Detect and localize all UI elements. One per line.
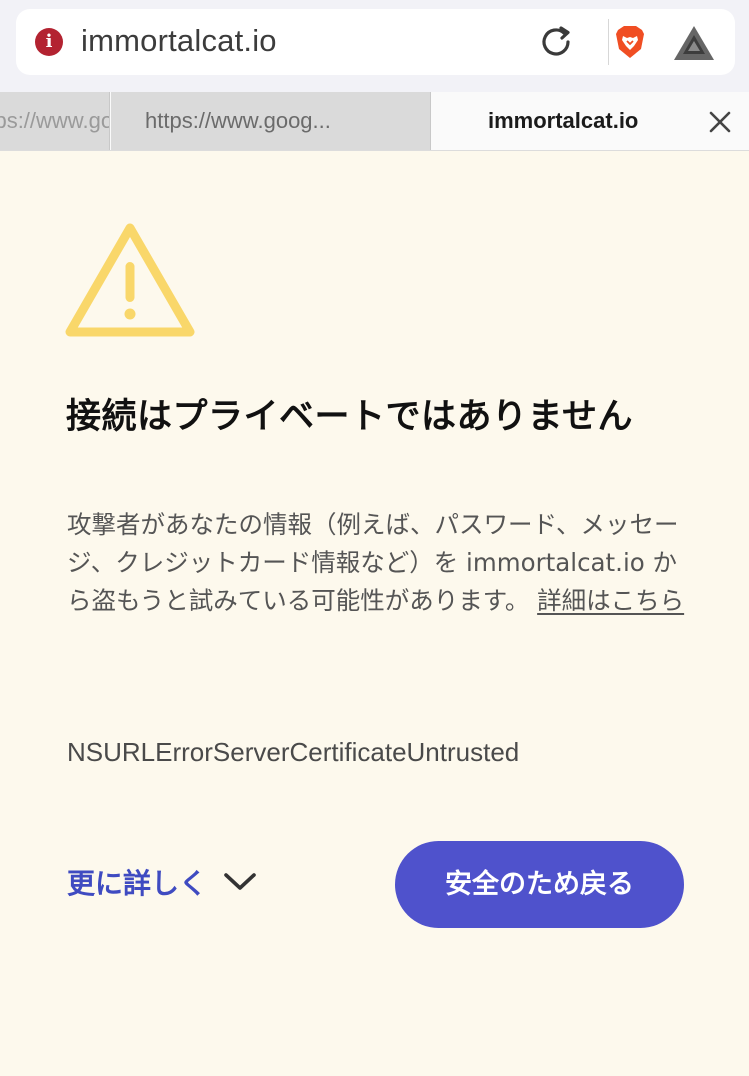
bat-rewards-icon[interactable] <box>672 23 716 63</box>
warning-description: 攻撃者があなたの情報（例えば、パスワード、メッセージ、クレジットカード情報など）… <box>67 506 687 620</box>
tab-google-1[interactable]: https://www.goog... <box>0 92 110 150</box>
details-link[interactable]: 詳細はこちら <box>537 586 684 615</box>
tab-immortalcat[interactable]: immortalcat.io <box>432 92 749 150</box>
toolbar-divider <box>608 19 609 65</box>
warning-icon <box>65 223 195 337</box>
address-bar[interactable]: i immortalcat.io <box>16 9 735 75</box>
error-code: NSURLErrorServerCertificateUntrusted <box>67 737 520 767</box>
tab-strip: https://www.goog... https://www.goog... … <box>0 92 749 151</box>
url-text[interactable]: immortalcat.io <box>81 23 277 59</box>
info-icon[interactable]: i <box>35 28 63 56</box>
page-title: 接続はプライベートではありません <box>66 397 633 437</box>
close-icon[interactable] <box>706 108 734 136</box>
show-more-toggle[interactable]: 更に詳しく <box>67 862 257 902</box>
tab-google-2[interactable]: https://www.goog... <box>111 92 431 150</box>
chevron-down-icon <box>224 873 256 890</box>
browser-toolbar: i immortalcat.io <box>0 0 749 92</box>
reload-icon[interactable] <box>537 23 575 61</box>
back-to-safety-button[interactable]: 安全のため戻る <box>395 841 684 928</box>
show-more-label: 更に詳しく <box>67 867 208 900</box>
brave-shields-icon[interactable] <box>610 22 650 62</box>
